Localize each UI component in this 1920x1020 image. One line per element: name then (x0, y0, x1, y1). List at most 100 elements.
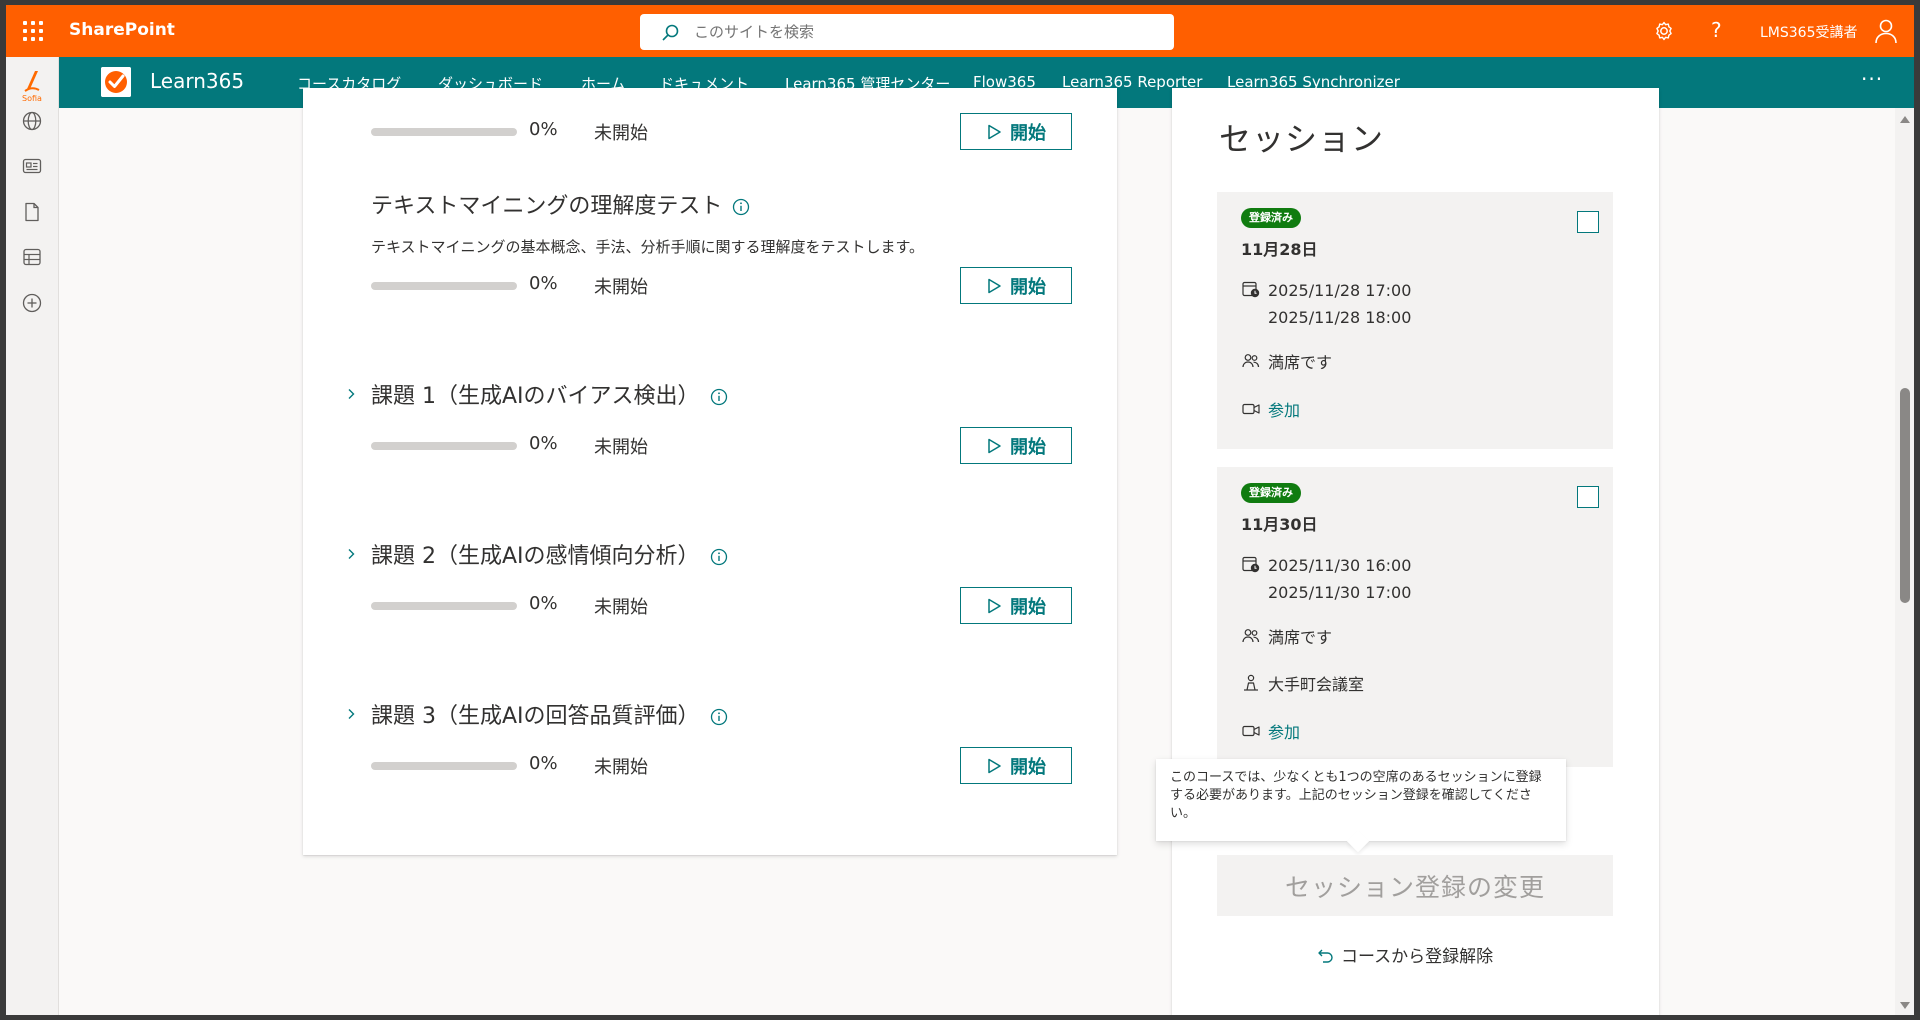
add-icon[interactable] (21, 292, 43, 314)
start-button[interactable]: 開始 (960, 587, 1072, 624)
app-launcher-icon[interactable] (21, 19, 45, 43)
join-link[interactable]: 参加 (1268, 723, 1300, 742)
search-input[interactable] (694, 20, 1154, 44)
info-icon[interactable] (710, 548, 728, 566)
video-camera-icon (1242, 725, 1260, 737)
globe-icon[interactable] (21, 110, 43, 132)
activity-title: テキストマイニングの理解度テスト (371, 188, 750, 220)
start-button-label: 開始 (1010, 276, 1046, 298)
session-capacity: 満席です (1241, 349, 1332, 376)
activity-status: 未開始 (594, 437, 648, 458)
start-button-label: 開始 (1010, 596, 1046, 618)
location-person-icon (1244, 674, 1258, 691)
play-icon (988, 278, 1001, 293)
unregister-label: コースから登録解除 (1341, 947, 1494, 967)
sofia-logo[interactable]: Sofia (17, 69, 47, 103)
activity-title: 課題 3（生成AIの回答品質評価） (371, 698, 728, 730)
session-capacity-text: 満席です (1268, 628, 1333, 647)
help-icon[interactable]: ? (1711, 18, 1722, 42)
session-requirement-tooltip: このコースでは、少なくとも1つの空席のあるセッションに登録する必要があります。上… (1156, 759, 1566, 841)
progress-percent: 0% (529, 433, 558, 454)
list-icon[interactable] (21, 246, 43, 268)
session-start-time: 2025/11/30 16:00 (1268, 556, 1412, 575)
more-options-icon[interactable]: ··· (1861, 67, 1883, 91)
progress-percent: 0% (529, 119, 558, 140)
document-icon[interactable] (21, 201, 43, 223)
activity-status: 未開始 (594, 123, 648, 144)
activity-status: 未開始 (594, 757, 648, 778)
page-content: 0% 未開始 開始 テキストマイニングの理解度テスト テキストマイニングの基本概… (59, 88, 1914, 1015)
session-location-text: 大手町会議室 (1268, 675, 1365, 694)
activity-description: テキストマイニングの基本概念、手法、分析手順に関する理解度をテストします。 (371, 238, 925, 256)
activity-title: 課題 1（生成AIのバイアス検出） (371, 378, 728, 410)
start-button[interactable]: 開始 (960, 267, 1072, 304)
session-time: 2025/11/30 16:00 2025/11/30 17:00 (1241, 552, 1411, 606)
learn365-logo[interactable] (101, 67, 131, 97)
registered-badge: 登録済み (1241, 208, 1301, 228)
session-checkbox[interactable] (1577, 486, 1599, 508)
scrollbar-thumb[interactable] (1900, 388, 1910, 603)
info-icon[interactable] (710, 708, 728, 726)
user-name[interactable]: LMS365受講者 (1760, 22, 1858, 42)
start-button[interactable]: 開始 (960, 427, 1072, 464)
start-button-label: 開始 (1010, 436, 1046, 458)
progress-percent: 0% (529, 593, 558, 614)
undo-icon (1318, 949, 1333, 963)
start-button-label: 開始 (1010, 122, 1046, 144)
session-capacity: 満席です (1241, 624, 1332, 651)
sofia-logo-text: Sofia (22, 94, 42, 103)
people-icon (1242, 354, 1260, 368)
progress-percent: 0% (529, 273, 558, 294)
play-icon (988, 438, 1001, 453)
progress-percent: 0% (529, 753, 558, 774)
activity-title-text[interactable]: 課題 3（生成AIの回答品質評価） (371, 704, 700, 729)
unregister-link[interactable]: コースから登録解除 (1317, 942, 1493, 967)
page-scrollbar[interactable] (1895, 108, 1914, 1015)
search-box[interactable] (640, 14, 1174, 50)
chevron-right-icon[interactable] (345, 388, 357, 400)
calendar-clock-icon (1242, 556, 1260, 573)
app-name[interactable]: SharePoint (69, 20, 175, 40)
join-link[interactable]: 参加 (1268, 401, 1300, 420)
session-start-time: 2025/11/28 17:00 (1268, 281, 1412, 300)
chevron-right-icon[interactable] (345, 548, 357, 560)
session-checkbox[interactable] (1577, 211, 1599, 233)
start-button[interactable]: 開始 (960, 113, 1072, 150)
change-session-registration-button[interactable]: セッション登録の変更 (1217, 855, 1613, 916)
play-icon (988, 758, 1001, 773)
info-icon[interactable] (732, 198, 750, 216)
session-capacity-text: 満席です (1268, 353, 1333, 372)
calendar-clock-icon (1242, 281, 1260, 298)
session-end-time: 2025/11/30 17:00 (1268, 583, 1412, 602)
info-icon[interactable] (710, 388, 728, 406)
chevron-right-icon[interactable] (345, 708, 357, 720)
activity-status: 未開始 (594, 277, 648, 298)
app-rail: Sofia (6, 57, 59, 1015)
start-button-label: 開始 (1010, 756, 1046, 778)
activity-title-text[interactable]: 課題 2（生成AIの感情傾向分析） (371, 544, 700, 569)
activity-status: 未開始 (594, 597, 648, 618)
play-icon (988, 124, 1001, 139)
suite-bar: SharePoint ? LMS365受講者 (6, 5, 1914, 57)
sessions-heading: セッション (1219, 120, 1385, 158)
browser-frame: SharePoint ? LMS365受講者 Sofia (6, 5, 1914, 1015)
session-join: 参加 (1241, 397, 1300, 424)
play-icon (988, 598, 1001, 613)
session-date: 11月30日 (1241, 515, 1318, 534)
progress-bar (371, 282, 517, 290)
settings-gear-icon[interactable] (1652, 19, 1676, 43)
site-title[interactable]: Learn365 (150, 69, 244, 93)
activity-title-text[interactable]: テキストマイニングの理解度テスト (371, 194, 722, 219)
activities-card: 0% 未開始 開始 テキストマイニングの理解度テスト テキストマイニングの基本概… (303, 88, 1117, 855)
start-button[interactable]: 開始 (960, 747, 1072, 784)
session-location: 大手町会議室 (1241, 671, 1364, 698)
news-icon[interactable] (21, 155, 43, 177)
activity-title-text[interactable]: 課題 1（生成AIのバイアス検出） (371, 384, 700, 409)
scroll-up-arrow-icon[interactable] (1900, 116, 1910, 123)
scroll-down-arrow-icon[interactable] (1900, 1002, 1910, 1009)
activity-title: 課題 2（生成AIの感情傾向分析） (371, 538, 728, 570)
user-avatar-icon[interactable] (1874, 18, 1898, 44)
people-icon (1242, 629, 1260, 643)
video-camera-icon (1242, 403, 1260, 415)
progress-bar (371, 602, 517, 610)
